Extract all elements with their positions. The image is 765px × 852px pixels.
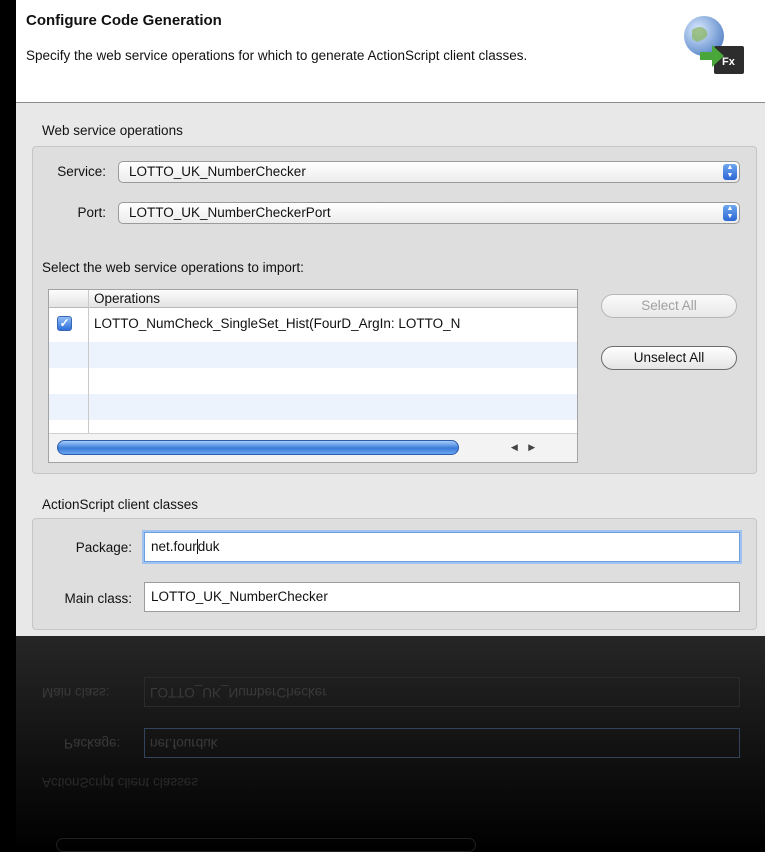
reflection-package-value: net.fourduk <box>150 736 218 751</box>
checkbox-column-header <box>49 290 89 308</box>
horizontal-scrollbar[interactable]: ◀ ▶ <box>49 433 577 462</box>
operation-name: LOTTO_NumCheck_SingleSet_Hist(FourD_ArgI… <box>94 316 461 331</box>
select-operations-prompt: Select the web service operations to imp… <box>42 260 304 275</box>
reflection-main-class-label: Main class: <box>42 685 110 700</box>
reflection-package-box <box>144 728 740 758</box>
package-input[interactable]: net.fourduk <box>144 532 740 562</box>
service-select[interactable]: LOTTO_UK_NumberChecker ▲ ▼ <box>118 161 740 183</box>
scrollbar-thumb[interactable] <box>57 440 459 455</box>
port-select[interactable]: LOTTO_UK_NumberCheckerPort ▲ ▼ <box>118 202 740 224</box>
table-row-empty <box>49 394 577 420</box>
flex-webservice-icon: Fx <box>684 16 744 74</box>
port-select-value: LOTTO_UK_NumberCheckerPort <box>129 205 331 220</box>
dialog-description: Specify the web service operations for w… <box>26 48 528 63</box>
main-class-value: LOTTO_UK_NumberChecker <box>151 589 328 604</box>
main-class-input[interactable]: LOTTO_UK_NumberChecker <box>144 582 740 612</box>
service-label: Service: <box>57 164 106 179</box>
package-value-start: net.four <box>151 539 197 554</box>
package-value-end: duk <box>197 539 220 554</box>
dialog-reflection: Main class: LOTTO_UK_NumberChecker Packa… <box>16 636 765 852</box>
reflection-package-label: Package: <box>64 736 121 751</box>
main-class-label: Main class: <box>64 591 132 606</box>
service-select-value: LOTTO_UK_NumberChecker <box>129 164 306 179</box>
package-label: Package: <box>75 540 132 555</box>
operation-checkbox[interactable]: ✓ <box>57 316 72 331</box>
select-arrows-icon: ▲ ▼ <box>723 164 737 180</box>
configure-code-generation-dialog: Configure Code Generation Specify the we… <box>16 0 765 636</box>
fx-badge: Fx <box>722 56 736 68</box>
reflection-mirror: Main class: LOTTO_UK_NumberChecker Packa… <box>16 636 765 852</box>
operations-column-header[interactable]: Operations <box>89 290 577 308</box>
dialog-title: Configure Code Generation <box>26 12 222 29</box>
reflection-scrollbar <box>56 838 476 852</box>
column-divider <box>88 290 89 433</box>
operations-table: Operations ✓ LOTTO_NumCheck_SingleSet_Hi… <box>48 289 578 463</box>
dialog-header: Configure Code Generation Specify the we… <box>16 0 765 102</box>
select-all-button[interactable]: Select All <box>601 294 737 318</box>
web-service-operations-heading: Web service operations <box>42 123 183 138</box>
unselect-all-button[interactable]: Unselect All <box>601 346 737 370</box>
reflection-main-class-value: LOTTO_UK_NumberChecker <box>150 685 327 700</box>
table-row-empty <box>49 342 577 368</box>
reflection-section-label: ActionScript client classes <box>42 775 199 790</box>
actionscript-client-classes-heading: ActionScript client classes <box>42 497 199 512</box>
port-label: Port: <box>77 205 106 220</box>
scroll-arrows-icon[interactable]: ◀ ▶ <box>503 439 547 456</box>
select-arrows-icon: ▲ ▼ <box>723 205 737 221</box>
